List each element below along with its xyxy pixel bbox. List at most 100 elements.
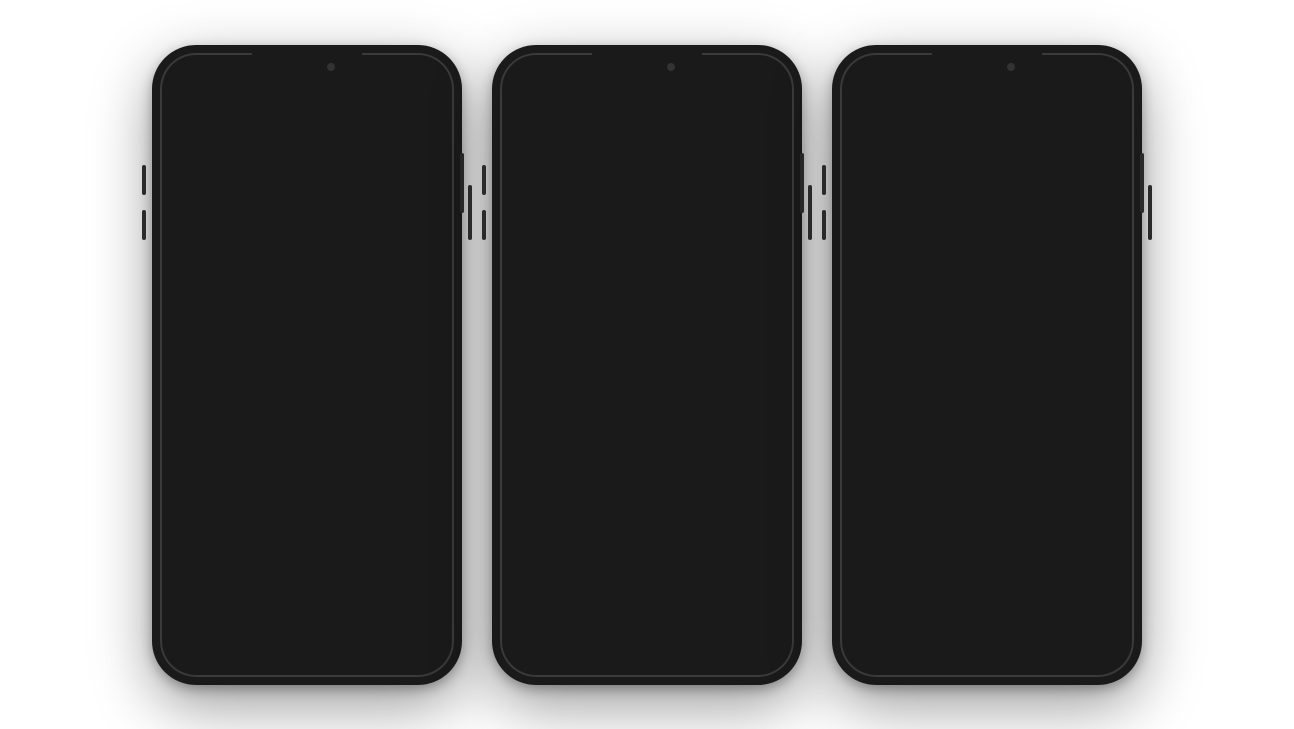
nav-menu-3[interactable]: [1091, 640, 1119, 668]
nav-video-3[interactable]: [914, 640, 942, 668]
comment-label-2: Comment: [625, 457, 680, 471]
comment-button-2[interactable]: Comment: [605, 456, 680, 472]
carousel-item-peek-1[interactable]: Ribb Free: [380, 224, 454, 429]
feed-1: Jasper's Boutique Sponsored · 🌐 ··· Chec…: [160, 124, 454, 626]
nav-store-2[interactable]: [633, 640, 661, 668]
nav-store-1[interactable]: [293, 640, 321, 668]
messenger-button-2[interactable]: [750, 85, 782, 117]
nav-video-2[interactable]: [574, 640, 602, 668]
post-author-2: Jasper's Boutique: [556, 138, 756, 153]
feed-2: Jasper's Boutique Sponsored · 🌐 ··· Chec…: [500, 124, 794, 626]
comment-button-1[interactable]: Comment: [265, 454, 340, 470]
nav-home-3[interactable]: [855, 640, 883, 668]
feed-3: Check out our best quality locally sourc…: [840, 124, 1134, 626]
post-header-2: Jasper's Boutique Sponsored · 🌐 ···: [500, 124, 794, 176]
like-button-1[interactable]: Like: [180, 454, 224, 470]
dot-2d: [664, 437, 670, 443]
carousel-item-info-1: The Field Coat in Navy Free shipping: [161, 385, 379, 428]
share-button-1[interactable]: Share: [380, 454, 433, 470]
carousel-dots-1: [160, 429, 454, 447]
bottom-nav-2: [500, 631, 794, 677]
dot-active-2: [624, 437, 630, 443]
main-jacket-image-3: [840, 167, 1134, 387]
shop-title-3: Jasper's Boutique is now open: [852, 401, 1122, 416]
peek-info-2: Ribb $80.: [721, 385, 794, 430]
carousel-item-peek-2[interactable]: Ribb $80.: [720, 224, 794, 431]
status-bar-3: ▲ 2:04 PM ▬: [840, 53, 1134, 81]
avatar-1: [172, 134, 208, 170]
post-more-2[interactable]: ···: [756, 141, 782, 162]
shop-item-jacket[interactable]: [852, 424, 917, 489]
fb-logo-1: facebook: [172, 86, 272, 116]
post-header-1: Jasper's Boutique Sponsored · 🌐 ···: [160, 124, 454, 176]
nav-home-2[interactable]: [515, 640, 543, 668]
post-card-2: Jasper's Boutique Sponsored · 🌐 ··· Chec…: [500, 124, 794, 478]
messenger-button-1[interactable]: [410, 85, 442, 117]
item-price-2: $60.00: [511, 408, 709, 422]
status-left-1: ▲: [180, 64, 207, 74]
nav-home-1[interactable]: [175, 640, 203, 668]
share-label-2: Share: [740, 457, 773, 471]
signal-icon: [180, 64, 195, 74]
post-card-1: Jasper's Boutique Sponsored · 🌐 ··· Chec…: [160, 124, 454, 476]
fb-logo-3: facebook: [852, 86, 952, 116]
shop-section-3: Jasper's Boutique is now open: [840, 391, 1134, 499]
peek-image-1: [381, 225, 454, 385]
peek-image-2: [721, 225, 794, 385]
phone-3: ▲ 2:04 PM ▬ facebook Check out our best …: [832, 45, 1142, 685]
nav-menu-2[interactable]: [751, 640, 779, 668]
search-button-1[interactable]: [370, 85, 402, 117]
status-right-1: ▬: [425, 64, 434, 74]
carousel-item-2[interactable]: The Field Coat in Navy $60.00: [500, 224, 720, 431]
shop-item-boots[interactable]: [989, 424, 1054, 489]
post-meta-1: Jasper's Boutique Sponsored · 🌐: [216, 138, 416, 166]
peek-info-1: Ribb Free: [381, 385, 454, 428]
battery-icon-3: ▬: [1105, 64, 1114, 74]
status-right-3: ▬: [1105, 64, 1114, 74]
dot-2b: [644, 437, 650, 443]
dot-4: [324, 435, 330, 441]
wifi-icon-2: ▲: [538, 64, 547, 74]
dot-2c: [654, 437, 660, 443]
post-more-1[interactable]: ···: [416, 141, 442, 162]
dot-3: [314, 435, 320, 441]
search-button-2[interactable]: [710, 85, 742, 117]
nav-bell-1[interactable]: [352, 640, 380, 668]
carousel-dots-2: [500, 431, 794, 449]
dot-2: [304, 435, 310, 441]
nav-video-1[interactable]: [234, 640, 262, 668]
carousel-item-1[interactable]: The Field Coat in Navy Free shipping: [160, 224, 380, 429]
jacket-image-2: [501, 225, 719, 385]
messenger-button-3[interactable]: [1090, 85, 1122, 117]
like-button-2[interactable]: Like: [520, 456, 564, 472]
fb-header-2: facebook: [500, 81, 794, 124]
like-label-2: Like: [540, 457, 564, 471]
action-bar-1: Like Comment Share: [160, 447, 454, 476]
shop-item-more[interactable]: More: [1058, 424, 1123, 489]
status-time-1: 2:04 PM: [297, 63, 335, 74]
phone-2: ▲ 2:04 PM ▬ facebook: [492, 45, 802, 685]
share-button-2[interactable]: Share: [720, 456, 773, 472]
wifi-icon: ▲: [198, 64, 207, 74]
fb-header-icons-1: [370, 85, 442, 117]
nav-bell-3[interactable]: [1032, 640, 1060, 668]
peek-price-2: $80.: [731, 408, 789, 422]
nav-menu-1[interactable]: [411, 640, 439, 668]
dot-1: [294, 435, 300, 441]
nav-store-3[interactable]: [973, 640, 1001, 668]
share-label-1: Share: [400, 455, 433, 469]
carousel-1: The Field Coat in Navy Free shipping Rib…: [160, 224, 454, 429]
post-text-2: Check out our best quality locally sourc…: [500, 176, 794, 224]
post-text-1: Check out our best quality locally sourc…: [160, 176, 454, 224]
post-meta-2: Jasper's Boutique Sponsored · 🌐: [556, 138, 756, 166]
nav-bell-2[interactable]: [692, 640, 720, 668]
post-text-3: Check out our best quality locally sourc…: [840, 124, 1134, 167]
item-title-1: The Field Coat in Navy: [171, 394, 369, 408]
status-time-3: 2:04 PM: [977, 63, 1015, 74]
comment-label-1: Comment: [285, 455, 340, 469]
search-button-3[interactable]: [1050, 85, 1082, 117]
bottom-nav-1: [160, 631, 454, 677]
peek-title-1: Ribb: [391, 394, 449, 408]
shop-item-sweater[interactable]: [921, 424, 986, 489]
post-author-1: Jasper's Boutique: [216, 138, 416, 153]
